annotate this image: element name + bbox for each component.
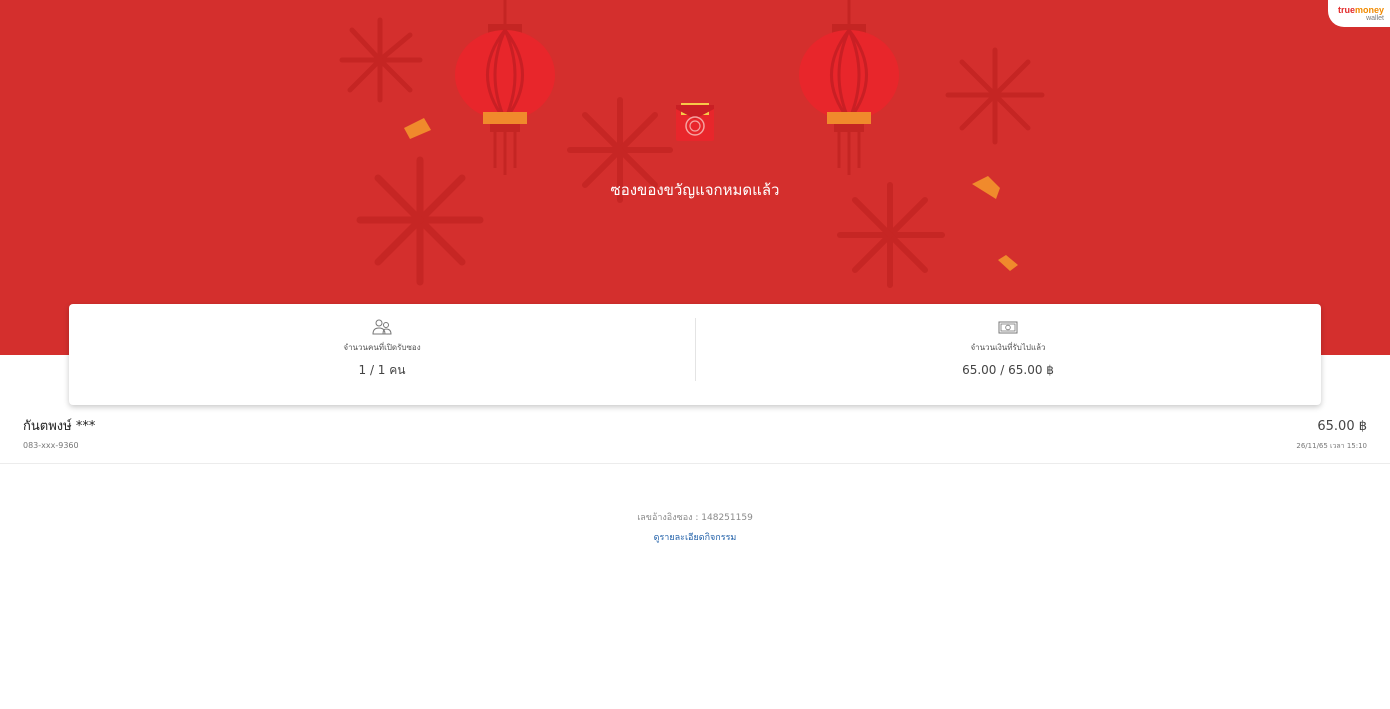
recipient-row: กันตพงษ์ *** 083-xxx-9360 65.00 ฿ 26/11/… <box>0 412 1390 464</box>
amount-received-label: จำนวนเงินที่รับไปแล้ว <box>970 343 1046 352</box>
stats-card: จำนวนคนที่เปิดรับซอง 1 / 1 คน จำนวนเงินท… <box>69 304 1321 405</box>
activity-details-link[interactable]: ดูรายละเอียดกิจกรรม <box>0 532 1390 544</box>
envelope-reference: เลขอ้างอิงซอง : 148251159 <box>637 513 753 523</box>
banknote-icon <box>998 321 1018 334</box>
people-icon <box>372 319 392 335</box>
firework-burst-2 <box>356 156 484 286</box>
opened-count-value: 1 / 1 คน <box>358 363 406 377</box>
gift-envelope-page: truemoney wallet ซองของขวัญแจกหมดแล้ว จำ… <box>0 0 1390 709</box>
firework-burst-5 <box>945 47 1045 145</box>
truemoney-logo: truemoney wallet <box>1328 0 1390 27</box>
opened-count-stat: จำนวนคนที่เปิดรับซอง 1 / 1 คน <box>69 304 695 405</box>
red-envelope-icon <box>676 103 714 141</box>
confetti-piece <box>404 118 431 139</box>
recipient-time: 26/11/65 เวลา 15:10 <box>1296 442 1367 450</box>
opened-count-label: จำนวนคนที่เปิดรับซอง <box>343 343 421 352</box>
hero-banner: truemoney wallet ซองของขวัญแจกหมดแล้ว <box>0 0 1390 355</box>
recipient-name: กันตพงษ์ *** <box>23 419 96 434</box>
hero-title: ซองของขวัญแจกหมดแล้ว <box>610 181 780 199</box>
recipient-amount: 65.00 ฿ <box>1317 419 1367 434</box>
recipient-phone: 083-xxx-9360 <box>23 441 79 450</box>
festive-decoration <box>339 0 1045 288</box>
amount-received-value: 65.00 / 65.00 ฿ <box>962 363 1054 377</box>
firework-burst-1 <box>339 17 423 103</box>
amount-received-stat: จำนวนเงินที่รับไปแล้ว 65.00 / 65.00 ฿ <box>695 304 1321 405</box>
firework-burst-4 <box>837 182 945 288</box>
lantern-right <box>799 0 899 175</box>
brand-sub: wallet <box>1366 15 1384 22</box>
brand-name: truemoney <box>1337 5 1384 15</box>
confetti-piece <box>998 255 1018 271</box>
lantern-left <box>455 0 555 175</box>
